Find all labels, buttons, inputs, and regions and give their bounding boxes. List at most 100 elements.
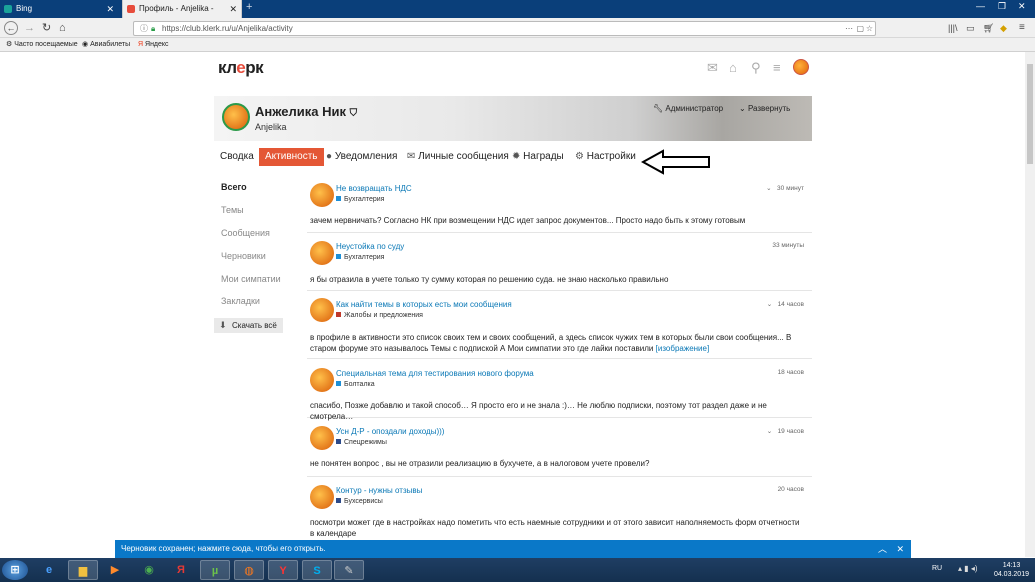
start-button[interactable]: ⊞ — [2, 560, 28, 580]
tab-settings[interactable]: ⚙︎ Настройки — [575, 148, 636, 166]
post-title[interactable]: Усн Д-Р - опоздали доходы))) — [336, 427, 444, 436]
yandex-icon[interactable]: Y — [268, 560, 298, 580]
page-actions-icon[interactable]: ⋯ — [845, 22, 853, 35]
post-time: ⌄ 30 минут — [766, 184, 804, 192]
info-icon[interactable]: ⓘ — [140, 22, 148, 35]
site-logo[interactable]: клерк — [218, 58, 264, 78]
browser-tab-bing[interactable]: Bing ✕ — [0, 0, 118, 18]
yandex-browser-icon[interactable]: Я — [166, 560, 196, 580]
tab-badges[interactable]: ✹ Награды — [512, 148, 564, 166]
chevron-down-icon[interactable]: ⌄ — [766, 185, 771, 192]
image-link[interactable]: [изображение] — [656, 344, 710, 353]
nav-drafts[interactable]: Черновики — [221, 251, 266, 261]
url-bar[interactable]: ⓘ 🔒︎ https://club.klerk.ru/u/Anjelika/ac… — [133, 21, 876, 36]
tab-notifications[interactable]: ● Уведомления — [326, 148, 397, 166]
draft-notice[interactable]: Черновик сохранен; нажмите сюда, чтобы е… — [115, 540, 911, 558]
post-avatar[interactable] — [310, 368, 334, 392]
home-button[interactable]: ⌂ — [59, 21, 66, 35]
post-avatar[interactable] — [310, 241, 334, 265]
tab-activity[interactable]: Активность — [259, 148, 324, 166]
scrollbar-thumb[interactable] — [1027, 64, 1033, 164]
close-window-button[interactable]: ✕ — [1018, 1, 1026, 12]
chevron-down-icon[interactable]: ⌄ — [767, 428, 772, 435]
extension-icon[interactable]: ◆ — [1000, 21, 1007, 35]
back-button[interactable]: ← — [4, 21, 18, 35]
bookmark-frequent[interactable]: ⚙︎ Часто посещаемые — [6, 38, 78, 51]
post-title[interactable]: Контур - нужны отзывы — [336, 486, 422, 495]
post-avatar[interactable] — [310, 485, 334, 509]
sidebar-icon[interactable]: ▭ — [966, 21, 975, 35]
post-category[interactable]: Бухгалтерия — [336, 196, 384, 203]
paint-icon[interactable]: ✎ — [334, 560, 364, 580]
home-icon[interactable]: ⌂ — [729, 60, 737, 75]
post-category[interactable]: Бухсервисы — [336, 498, 383, 505]
bookmark-star-icon[interactable]: ☆ — [866, 22, 873, 35]
category-color — [336, 312, 341, 317]
nav-bookmarks[interactable]: Закладки — [221, 296, 260, 306]
bookmark-yandex[interactable]: Я Яндекс — [138, 38, 169, 51]
library-icon[interactable]: |||\ — [948, 21, 958, 35]
post-category[interactable]: Бухгалтерия — [336, 254, 384, 261]
admin-button[interactable]: 🔧︎ Администратор — [653, 103, 723, 115]
post-body: не понятен вопрос , вы не отразили реали… — [310, 459, 650, 468]
menu-icon[interactable]: ≡ — [1019, 21, 1025, 35]
post-avatar[interactable] — [310, 298, 334, 322]
nav-all[interactable]: Всего — [221, 182, 247, 192]
skype-icon[interactable]: S — [302, 560, 332, 580]
tab-messages[interactable]: ✉ Личные сообщения — [407, 148, 509, 166]
browser-tab-profile[interactable]: Профиль - Anjelika - «Клерк» ✕ — [122, 0, 242, 31]
reload-button[interactable]: ↻ — [42, 21, 51, 35]
chevron-down-icon[interactable]: ⌄ — [767, 301, 772, 308]
firefox-icon[interactable]: ◍ — [234, 560, 264, 580]
close-icon[interactable]: ✕ — [896, 540, 904, 558]
cart-icon[interactable]: 🛒︎ — [983, 21, 994, 35]
mail-icon[interactable]: ✉ — [707, 60, 718, 76]
post-avatar[interactable] — [310, 426, 334, 450]
explorer-icon[interactable]: ▆ — [68, 560, 98, 580]
expand-button[interactable]: ⌄ Развернуть — [739, 103, 790, 115]
download-all-button[interactable]: ⬇ Скачать всё — [214, 318, 283, 333]
minimize-button[interactable]: — — [976, 1, 985, 11]
nav-topics[interactable]: Темы — [221, 205, 244, 215]
post-category[interactable]: Болталка — [336, 381, 375, 388]
search-icon[interactable]: ⚲ — [751, 60, 761, 76]
clock-time: 14:13 — [1002, 562, 1021, 569]
post-title[interactable]: Специальная тема для тестирования нового… — [336, 369, 534, 378]
ie-icon[interactable]: e — [34, 560, 64, 580]
close-tab-icon[interactable]: ✕ — [229, 0, 237, 18]
post-category[interactable]: Жалобы и предложения — [336, 312, 423, 319]
page-scrollbar[interactable] — [1025, 52, 1035, 557]
post-avatar[interactable] — [310, 183, 334, 207]
nav-likes[interactable]: Мои симпатии — [221, 274, 281, 284]
new-tab-button[interactable]: + — [246, 1, 252, 13]
nav-replies[interactable]: Сообщения — [221, 228, 270, 238]
tab-title: Bing — [16, 4, 33, 13]
profile-avatar — [222, 103, 250, 131]
category-color — [336, 254, 341, 259]
chrome-icon[interactable]: ◉ — [134, 560, 164, 580]
post-title[interactable]: Не возвращать НДС — [336, 184, 412, 193]
media-player-icon[interactable]: ▶ — [100, 560, 130, 580]
activity-post: Специальная тема для тестирования нового… — [307, 363, 812, 421]
bookmark-avia[interactable]: ◉ Авиабилеты — [82, 38, 130, 51]
language-indicator[interactable]: RU — [932, 565, 942, 572]
bing-icon — [4, 5, 12, 13]
user-avatar[interactable] — [793, 59, 809, 75]
close-tab-icon[interactable]: ✕ — [106, 0, 114, 18]
maximize-button[interactable]: ❐ — [998, 1, 1006, 12]
clock[interactable]: 14:13 04.03.2019 — [994, 561, 1029, 579]
pocket-icon[interactable]: ▢ — [856, 22, 864, 35]
admin-label: Администратор — [665, 104, 724, 113]
chevron-up-icon[interactable]: ︿ — [878, 540, 887, 558]
post-category[interactable]: Спецрежимы — [336, 439, 387, 446]
post-title[interactable]: Неустойка по суду — [336, 242, 404, 251]
forward-button[interactable]: → — [24, 21, 35, 35]
tray-icons[interactable]: ▴ ▮ ◂) — [958, 564, 978, 573]
annotation-arrow — [641, 149, 710, 175]
utorrent-icon[interactable]: µ — [200, 560, 230, 580]
time-label: 20 часов — [777, 486, 804, 493]
post-title[interactable]: Как найти темы в которых есть мои сообще… — [336, 300, 512, 309]
time-label: 18 часов — [777, 369, 804, 376]
tab-summary[interactable]: Сводка — [220, 148, 254, 166]
hamburger-icon[interactable]: ≡ — [773, 60, 781, 75]
